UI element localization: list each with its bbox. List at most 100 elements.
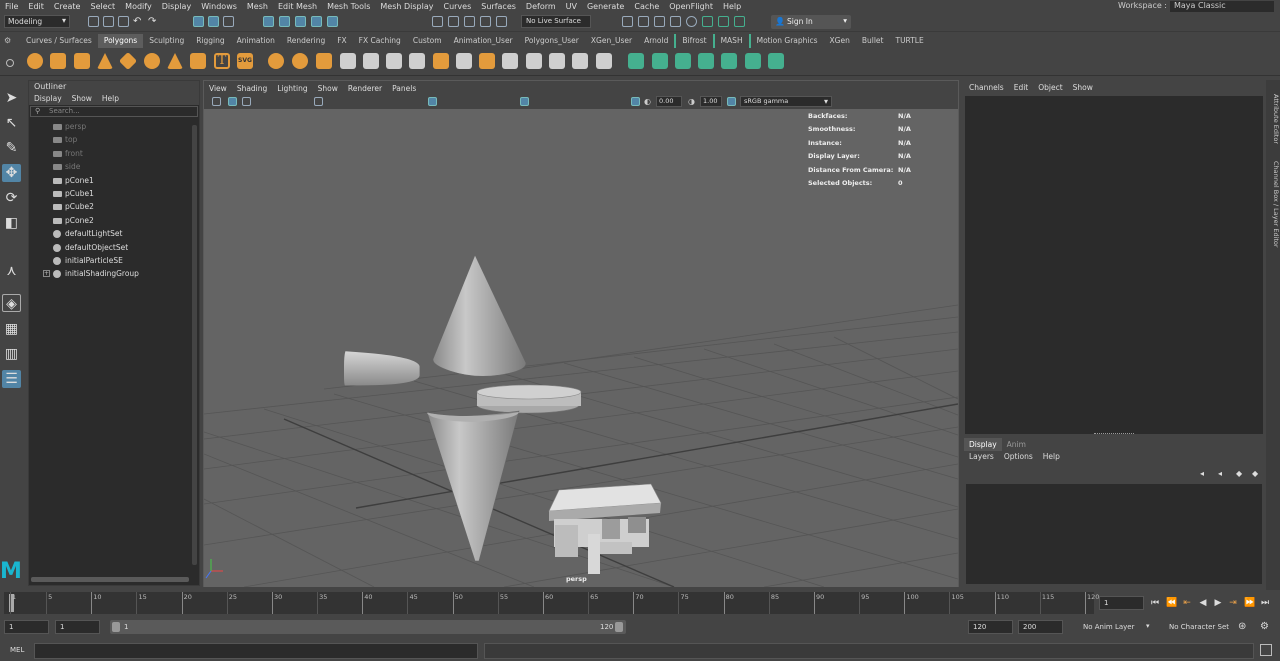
make-live-icon[interactable] — [327, 16, 338, 27]
cylindrical-uv-icon[interactable] — [652, 53, 668, 69]
menu-edit-mesh[interactable]: Edit Mesh — [273, 2, 322, 11]
undo-icon[interactable]: ↶ — [133, 16, 144, 27]
outliner-item-initialshadinggroup[interactable]: + initialShadingGroup — [29, 267, 199, 280]
shelf-tab-polygons-user[interactable]: Polygons_User — [519, 34, 585, 48]
ipr-render-icon[interactable] — [638, 16, 649, 27]
bevel-icon[interactable] — [479, 53, 495, 69]
poly-sphere-icon[interactable] — [27, 53, 43, 69]
menu-display[interactable]: Display — [157, 2, 197, 11]
bookmarks-icon[interactable] — [242, 97, 251, 106]
shelf-tab-fx-caching[interactable]: FX Caching — [353, 34, 407, 48]
outliner-menu-display[interactable]: Display — [29, 93, 67, 105]
shelf-tab-animation-user[interactable]: Animation_User — [448, 34, 519, 48]
modeling-toolkit-icon[interactable] — [702, 16, 713, 27]
menu-select[interactable]: Select — [85, 2, 120, 11]
outliner-item-pcube1[interactable]: pCube1 — [29, 187, 199, 200]
viewport-menu-view[interactable]: View — [204, 84, 232, 93]
boolean-icon[interactable] — [340, 53, 356, 69]
poly-plane-icon[interactable] — [118, 51, 138, 71]
viewport-menu-panels[interactable]: Panels — [387, 84, 421, 93]
soft-select-icon[interactable] — [496, 16, 507, 27]
redo-icon[interactable]: ↷ — [148, 16, 159, 27]
menu-help[interactable]: Help — [718, 2, 746, 11]
anim-layer-chevron-icon[interactable]: ▾ — [1146, 622, 1150, 630]
channelbox-menu-edit[interactable]: Edit — [1009, 80, 1034, 96]
shelf-tab-xgen-user[interactable]: XGen_User — [585, 34, 638, 48]
viewport-menu-shading[interactable]: Shading — [232, 84, 272, 93]
uv-editor-icon[interactable] — [745, 53, 761, 69]
step-forward-frame-icon[interactable]: ⏩ — [1244, 598, 1255, 608]
layer-menu-options[interactable]: Options — [999, 451, 1038, 463]
move-tool-icon[interactable]: ✥ — [2, 164, 21, 182]
menu-mesh-display[interactable]: Mesh Display — [375, 2, 438, 11]
fill-hole-icon[interactable] — [526, 53, 542, 69]
shelf-tab-fx[interactable]: FX — [331, 34, 352, 48]
shelf-tab-turtle[interactable]: TURTLE — [889, 34, 929, 48]
playback-start-field[interactable]: 1 — [55, 620, 100, 634]
two-pane-layout-icon[interactable]: ▥ — [2, 345, 21, 363]
menu-set-dropdown[interactable]: Modeling — [4, 15, 70, 28]
step-back-frame-icon[interactable]: ⏪ — [1166, 598, 1177, 608]
current-frame-field[interactable]: 1 — [1099, 596, 1144, 610]
viewport-menu-renderer[interactable]: Renderer — [343, 84, 387, 93]
new-scene-icon[interactable] — [88, 16, 99, 27]
go-to-end-icon[interactable]: ⏭ — [1260, 598, 1270, 608]
poly-svg-icon[interactable]: SVG — [237, 53, 253, 69]
snap-grid-icon[interactable] — [263, 16, 274, 27]
menu-cache[interactable]: Cache — [629, 2, 664, 11]
viewport-menu-lighting[interactable]: Lighting — [272, 84, 312, 93]
combine-icon[interactable] — [268, 53, 284, 69]
outliner-item-top[interactable]: top — [29, 133, 199, 146]
planar-uv-icon[interactable] — [628, 53, 644, 69]
scale-tool-icon[interactable]: ◧ — [2, 214, 21, 232]
play-backward-icon[interactable]: ◀ — [1198, 598, 1208, 608]
character-controls-icon[interactable] — [718, 16, 729, 27]
grid-icon[interactable] — [314, 97, 323, 106]
outliner-vscrollbar[interactable] — [192, 125, 197, 565]
color-management-icon[interactable] — [727, 97, 736, 106]
script-language-label[interactable]: MEL — [10, 646, 24, 654]
shelf-tab-animation[interactable]: Animation — [231, 34, 281, 48]
shelf-tab-motion-graphics[interactable]: Motion Graphics — [748, 34, 824, 48]
channelbox-menu-channels[interactable]: Channels — [964, 80, 1009, 96]
shelf-tab-rendering[interactable]: Rendering — [281, 34, 331, 48]
gamma-field[interactable]: 1.00 — [700, 96, 722, 107]
wireframe-icon[interactable] — [428, 97, 437, 106]
outliner-item-persp[interactable]: persp — [29, 120, 199, 133]
menu-edit[interactable]: Edit — [23, 2, 49, 11]
step-forward-key-icon[interactable]: ⇥ — [1228, 598, 1238, 608]
panel-splitter[interactable] — [1094, 433, 1134, 435]
sign-in-button[interactable]: 👤 Sign In ▾ — [771, 15, 851, 29]
menu-create[interactable]: Create — [49, 2, 86, 11]
layer-menu-layers[interactable]: Layers — [964, 451, 999, 463]
menu-openflight[interactable]: OpenFlight — [664, 2, 718, 11]
outliner-item-defaultlightset[interactable]: defaultLightSet — [29, 227, 199, 240]
outliner-item-pcube2[interactable]: pCube2 — [29, 200, 199, 213]
outliner-hscrollbar[interactable] — [31, 577, 189, 582]
construction-history-icon[interactable] — [464, 16, 475, 27]
animation-end-field[interactable]: 200 — [1018, 620, 1063, 634]
shelf-tab-curves-surfaces[interactable]: Curves / Surfaces — [20, 34, 98, 48]
poly-cube-icon[interactable] — [50, 53, 66, 69]
move-layer-down-icon[interactable]: ◂ — [1218, 469, 1227, 478]
outliner-menu-show[interactable]: Show — [67, 93, 97, 105]
shelf-tab-rigging[interactable]: Rigging — [190, 34, 230, 48]
mirror-icon[interactable] — [363, 53, 379, 69]
append-icon[interactable] — [502, 53, 518, 69]
lasso-tool-icon[interactable]: ↖ — [2, 114, 21, 132]
viewport-menu-show[interactable]: Show — [313, 84, 343, 93]
uv-layout-icon[interactable] — [768, 53, 784, 69]
menu-file[interactable]: File — [0, 2, 23, 11]
attribute-editor-tab[interactable]: Attribute Editor — [1266, 88, 1280, 150]
bridge-icon[interactable] — [456, 53, 472, 69]
go-to-start-icon[interactable]: ⏮ — [1150, 598, 1160, 608]
channelbox-menu-show[interactable]: Show — [1068, 80, 1098, 96]
layer-menu-help[interactable]: Help — [1038, 451, 1065, 463]
tab-display[interactable]: Display — [964, 438, 1002, 451]
menu-deform[interactable]: Deform — [521, 2, 561, 11]
shelf-tab-xgen[interactable]: XGen — [824, 34, 856, 48]
outliner-item-side[interactable]: side — [29, 160, 199, 173]
poly-type-icon[interactable]: T — [214, 53, 230, 69]
move-layer-up-icon[interactable]: ◂ — [1200, 469, 1209, 478]
poly-cone-icon[interactable] — [97, 53, 113, 69]
